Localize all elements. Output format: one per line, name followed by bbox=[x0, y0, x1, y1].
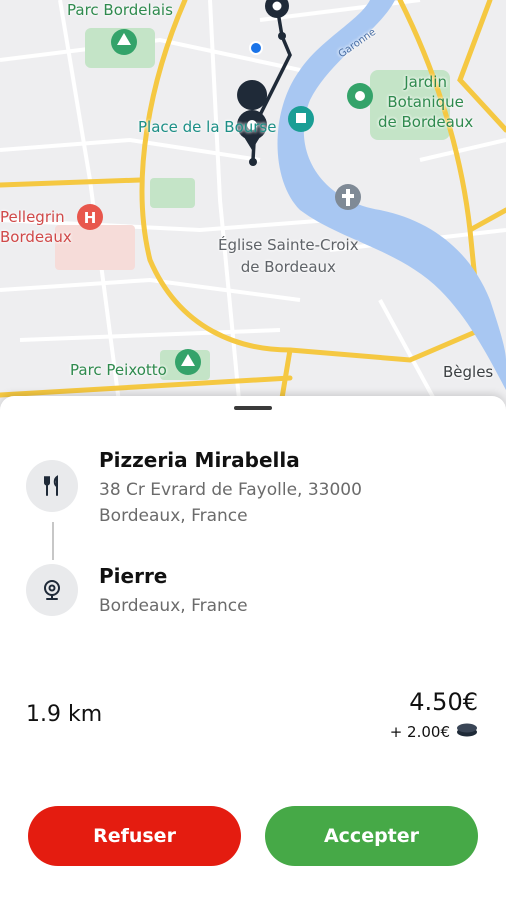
map-label-pellegrin: Pellegrin Bordeaux bbox=[0, 208, 72, 246]
svg-text:H: H bbox=[84, 209, 97, 227]
distance-value: 1.9 km bbox=[26, 702, 103, 727]
pickup-name: Pizzeria Mirabella bbox=[99, 448, 300, 472]
map-label-eglise: Église Sainte-Croix de Bordeaux bbox=[218, 236, 359, 276]
map-view[interactable]: H Parc Bordelais Place de la Bourse Jard… bbox=[0, 0, 506, 410]
order-bottom-sheet: Pizzeria Mirabella 38 Cr Evrard de Fayol… bbox=[0, 396, 506, 900]
map-label-begles: Bègles bbox=[443, 363, 494, 381]
refuse-button[interactable]: Refuser bbox=[28, 806, 241, 866]
tip-row: + 2.00€ bbox=[390, 723, 478, 741]
route-connector bbox=[52, 522, 54, 560]
map-label-parc-peixotto: Parc Peixotto bbox=[70, 361, 167, 379]
utensils-icon bbox=[26, 460, 78, 512]
dropoff-name: Pierre bbox=[99, 564, 168, 588]
drag-handle[interactable] bbox=[234, 406, 272, 410]
location-pin-icon bbox=[26, 564, 78, 616]
coins-icon bbox=[456, 723, 478, 741]
pickup-address: 38 Cr Evrard de Fayolle, 33000 Bordeaux,… bbox=[99, 480, 362, 526]
price-value: 4.50€ bbox=[409, 688, 478, 716]
accept-button[interactable]: Accepter bbox=[265, 806, 478, 866]
map-label-jardin-botanique: Jardin Botanique de Bordeaux bbox=[378, 73, 474, 131]
tip-value: + 2.00€ bbox=[389, 723, 450, 741]
dropoff-address: Bordeaux, France bbox=[99, 596, 248, 616]
map-canvas: H bbox=[0, 0, 506, 410]
map-label-place-de-la-bourse: Place de la Bourse bbox=[138, 118, 277, 136]
map-label-parc-bordelais: Parc Bordelais bbox=[67, 1, 173, 19]
